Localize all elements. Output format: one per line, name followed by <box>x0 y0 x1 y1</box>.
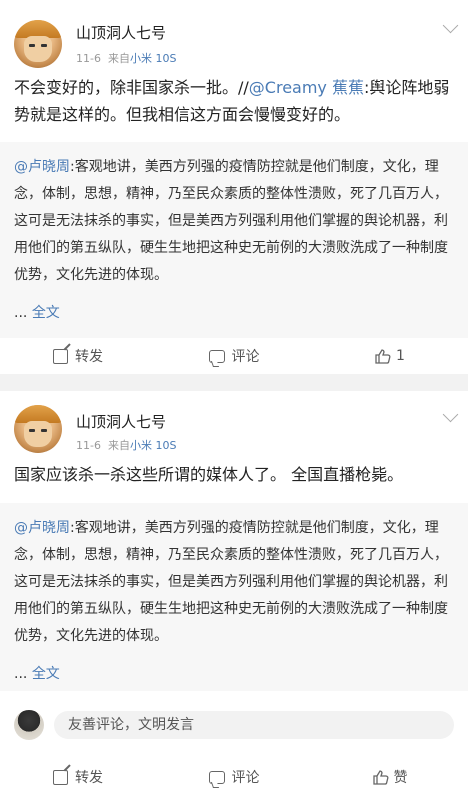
post-date: 11-6 <box>76 439 101 452</box>
post-text-main: 不会变好的，除非国家杀一批。// <box>14 78 249 97</box>
mention-link[interactable]: @Creamy 蕉蕉 <box>249 78 364 97</box>
device-source[interactable]: 小米 10S <box>130 439 176 452</box>
comment-bar: 友善评论，文明发言 <box>0 701 468 745</box>
username[interactable]: 山顶洞人七号 <box>76 22 166 43</box>
user-avatar[interactable] <box>14 20 62 68</box>
chevron-down-icon[interactable] <box>442 17 459 34</box>
from-label: 来自 <box>107 52 130 65</box>
comment-input[interactable]: 友善评论，文明发言 <box>54 711 454 739</box>
username[interactable]: 山顶洞人七号 <box>76 411 166 432</box>
comment-button[interactable]: 评论 <box>156 757 312 797</box>
like-label: 赞 <box>393 770 408 786</box>
read-more-link[interactable]: 全文 <box>32 305 60 321</box>
quoted-post[interactable]: @卢晓周:客观地讲，美西方列强的疫情防控就是他们制度，文化，理念，体制，思想，精… <box>0 142 468 338</box>
quoted-body: :客观地讲，美西方列强的疫情防控就是他们制度，文化，理念，体制，思想，精神，乃至… <box>14 159 448 283</box>
post-meta: 11-6 来自小米 10S <box>76 437 176 453</box>
share-button[interactable]: 转发 <box>0 336 156 376</box>
like-button[interactable]: 赞 <box>312 757 468 797</box>
commenter-avatar <box>14 710 44 740</box>
read-more[interactable]: ... 全文 <box>14 302 60 322</box>
quoted-text: @卢晓周:客观地讲，美西方列强的疫情防控就是他们制度，文化，理念，体制，思想，精… <box>14 154 454 289</box>
quoted-body: :客观地讲，美西方列强的疫情防控就是他们制度，文化，理念，体制，思想，精神，乃至… <box>14 520 448 644</box>
quoted-post[interactable]: @卢晓周:客观地讲，美西方列强的疫情防控就是他们制度，文化，理念，体制，思想，精… <box>0 503 468 691</box>
comment-button[interactable]: 评论 <box>156 336 312 376</box>
post-text: 不会变好的，除非国家杀一批。//@Creamy 蕉蕉:舆论阵地弱势就是这样的。但… <box>14 74 454 128</box>
action-bar: 转发 评论 赞 <box>0 757 468 797</box>
post-date: 11-6 <box>76 52 101 65</box>
comment-label: 评论 <box>231 349 260 365</box>
post-card: 山顶洞人七号 11-6 来自小米 10S 不会变好的，除非国家杀一批。//@Cr… <box>0 0 468 374</box>
share-button[interactable]: 转发 <box>0 757 156 797</box>
share-label: 转发 <box>75 770 103 786</box>
post-text: 国家应该杀一杀这些所谓的媒体人了。 全国直播枪毙。 <box>14 465 404 484</box>
share-icon <box>53 769 68 785</box>
share-label: 转发 <box>75 349 103 365</box>
quoted-mention[interactable]: @卢晓周 <box>14 520 70 536</box>
from-label: 来自 <box>107 439 130 452</box>
quoted-mention[interactable]: @卢晓周 <box>14 159 70 175</box>
like-icon <box>375 349 391 364</box>
like-count: 1 <box>396 348 405 364</box>
comment-label: 评论 <box>231 770 260 786</box>
action-bar: 转发 评论 1 <box>0 336 468 376</box>
share-icon <box>53 348 68 364</box>
read-more-link[interactable]: 全文 <box>32 666 60 682</box>
read-more[interactable]: ... 全文 <box>14 663 60 683</box>
like-button[interactable]: 1 <box>312 336 468 376</box>
like-icon <box>372 770 388 785</box>
user-avatar[interactable] <box>14 405 62 453</box>
chevron-down-icon[interactable] <box>442 406 459 423</box>
device-source[interactable]: 小米 10S <box>130 52 176 65</box>
comment-icon <box>208 770 225 784</box>
comment-icon <box>208 349 225 363</box>
post-meta: 11-6 来自小米 10S <box>76 50 176 66</box>
post-card: 山顶洞人七号 11-6 来自小米 10S 国家应该杀一杀这些所谓的媒体人了。 全… <box>0 391 468 800</box>
quoted-text: @卢晓周:客观地讲，美西方列强的疫情防控就是他们制度，文化，理念，体制，思想，精… <box>14 515 454 650</box>
